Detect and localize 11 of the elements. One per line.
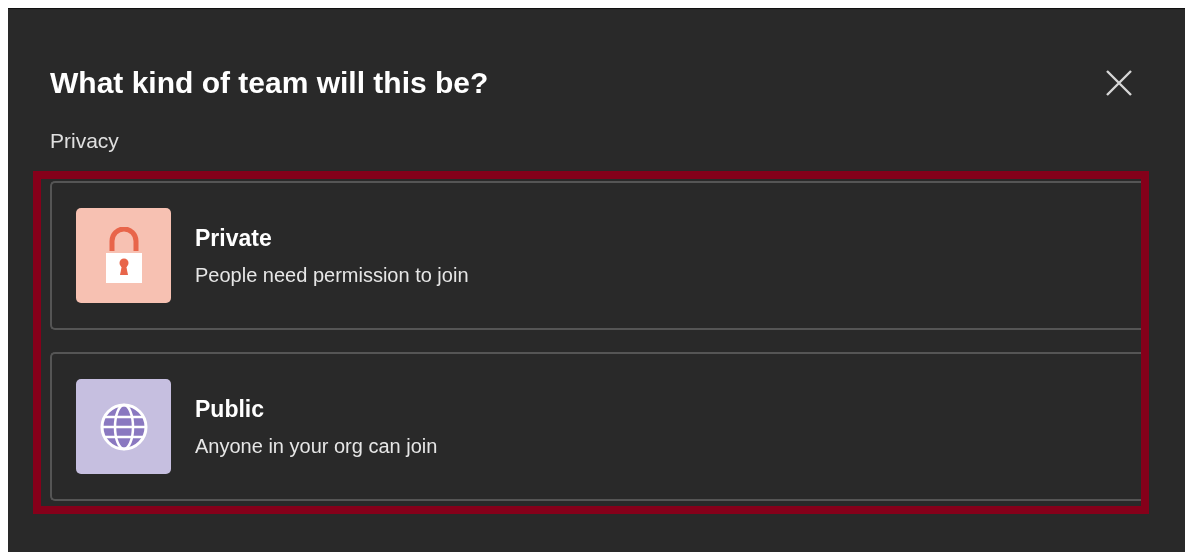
option-card[interactable]: Private People need permission to join xyxy=(50,181,1141,330)
dialog-title: What kind of team will this be? xyxy=(50,68,489,98)
option-title: Public xyxy=(195,395,265,422)
option-title: Private xyxy=(195,224,273,251)
option-description: People need permission to join xyxy=(195,262,469,287)
globe-icon xyxy=(76,379,171,474)
padlock-icon xyxy=(76,208,171,303)
option-card[interactable]: Public Anyone in your org can join xyxy=(50,352,1141,501)
section-label: Privacy xyxy=(50,129,120,153)
close-icon xyxy=(1106,70,1132,96)
option-description: Anyone in your org can join xyxy=(195,433,438,458)
